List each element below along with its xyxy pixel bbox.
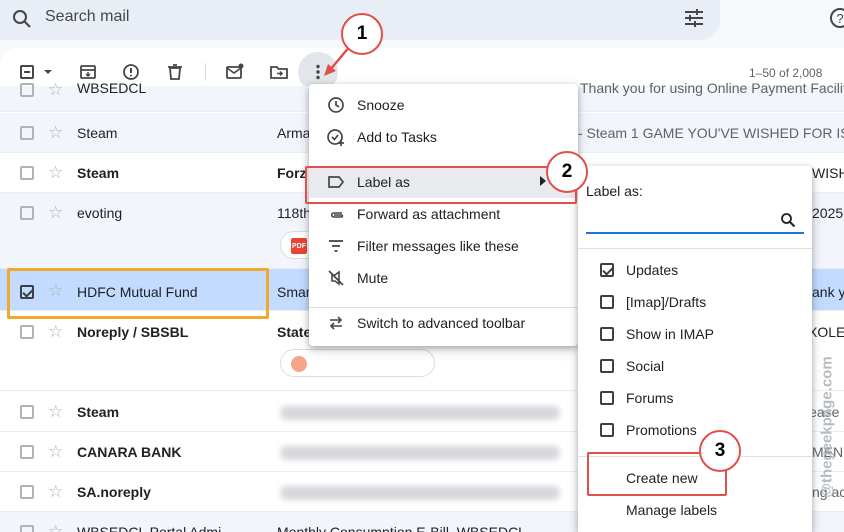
star-icon[interactable]: ☆ [48,523,63,532]
star-icon[interactable]: ☆ [48,323,63,340]
submenu-divider [578,456,812,457]
row-sender: WBSEDCL Portal Admi [77,524,222,532]
submenu-title: Label as: [586,183,643,199]
star-icon[interactable]: ☆ [48,483,63,500]
row-subject: State [277,324,312,340]
step-marker-2: 2 [546,151,588,193]
row-checkbox[interactable] [20,445,34,459]
label-option-social[interactable]: Social [578,350,812,382]
row-sender: Steam [77,404,120,420]
row-checkbox[interactable] [20,83,34,97]
star-icon[interactable]: ☆ [48,81,63,98]
mute-icon [328,270,344,286]
menu-item-filter-messages[interactable]: Filter messages like these [309,230,578,262]
row-sender: CANARA BANK [77,444,182,460]
menu-item-snooze[interactable]: Snooze [309,89,578,121]
redacted-subject [280,406,560,420]
image-thumb-icon [291,356,307,372]
add-task-icon [327,129,344,146]
row-snippet: WISH [812,165,844,181]
filter-icon [329,240,343,252]
pdf-icon: PDF [291,238,307,254]
row-sender: WBSEDCL [77,80,147,96]
row-snippet: 2025 [812,205,844,221]
label-checkbox[interactable] [600,359,614,373]
menu-item-mute[interactable]: Mute [309,262,578,294]
label-checkbox[interactable] [600,423,614,437]
help-icon[interactable]: ? [828,6,844,35]
submenu-divider [578,248,812,249]
manage-labels-button[interactable]: Manage labels [578,494,812,526]
row-sender: Noreply / SBSBL [77,324,189,340]
label-option-promotions[interactable]: Promotions [578,414,812,446]
row-subject: Forz [277,165,307,181]
row-checkbox[interactable] [20,405,34,419]
step-marker-3: 3 [699,430,741,472]
row-subject: 118th [277,205,311,221]
search-input[interactable]: Search mail [45,8,129,26]
menu-item-forward-as-attachment[interactable]: Forward as attachment [309,198,578,230]
label-option-updates[interactable]: Updates [578,254,812,286]
more-options-menu: Snooze Add to Tasks Label as Forward as … [309,84,578,346]
message-count: 1–50 of 2,008 [749,66,823,80]
star-icon[interactable]: ☆ [48,403,63,420]
star-icon[interactable]: ☆ [48,204,63,221]
clock-icon [328,97,344,113]
row-checkbox[interactable] [20,166,34,180]
row-checkbox[interactable] [20,206,34,220]
watermark: @thegeekpage.com [818,356,836,498]
toolbar-divider [205,63,206,81]
switch-icon [329,316,343,330]
delete-icon[interactable] [163,60,187,84]
row-subject: Smar [277,284,311,300]
row-snippet: Thank you for using Online Payment Facil… [580,80,844,96]
create-new-label-button[interactable]: Create new [578,462,812,494]
star-icon[interactable]: ☆ [48,282,63,299]
row-sender: Steam [77,125,118,141]
row-checkbox[interactable] [20,126,34,140]
row-snippet: - Steam 1 GAME YOU'VE WISHED FOR IS ON S… [578,125,844,141]
menu-item-label-as[interactable]: Label as [309,166,578,198]
search-icon [781,213,796,228]
step-marker-1: 1 [341,13,383,55]
label-option-show-in-imap[interactable]: Show in IMAP [578,318,812,350]
label-option-forums[interactable]: Forums [578,382,812,414]
move-to-icon[interactable] [267,60,291,84]
row-checkbox[interactable] [20,285,34,299]
attachment-chip[interactable] [280,349,435,377]
label-as-submenu: Label as: Updates [Imap]/Drafts Show in … [578,166,812,532]
mark-unread-icon[interactable] [223,60,247,84]
row-sender: evoting [77,205,123,221]
label-checkbox[interactable] [600,327,614,341]
star-icon[interactable]: ☆ [48,124,63,141]
redacted-subject [280,446,560,460]
search-options-icon[interactable] [682,6,706,35]
row-sender: SA.noreply [77,484,151,500]
row-sender: HDFC Mutual Fund [77,284,198,300]
label-checkbox[interactable] [600,391,614,405]
row-subject: Monthly Consumption E-Bill, WBSEDCL [277,524,526,532]
attachment-icon [330,212,344,218]
label-checkbox[interactable] [600,295,614,309]
row-checkbox[interactable] [20,525,34,532]
label-search-input[interactable] [586,208,804,234]
row-snippet: ank y [812,284,844,300]
row-checkbox[interactable] [20,325,34,339]
label-checkbox[interactable] [600,263,614,277]
row-sender: Steam [77,165,120,181]
star-icon[interactable]: ☆ [48,164,63,181]
search-icon[interactable] [10,7,34,36]
menu-item-add-to-tasks[interactable]: Add to Tasks [309,121,578,153]
row-checkbox[interactable] [20,485,34,499]
svg-text:?: ? [836,11,843,26]
chevron-right-icon [540,176,546,186]
label-icon [328,176,345,188]
star-icon[interactable]: ☆ [48,443,63,460]
redacted-subject [280,486,560,500]
label-option-imap-drafts[interactable]: [Imap]/Drafts [578,286,812,318]
row-subject: Arma [277,125,311,141]
menu-item-switch-toolbar[interactable]: Switch to advanced toolbar [309,307,578,339]
